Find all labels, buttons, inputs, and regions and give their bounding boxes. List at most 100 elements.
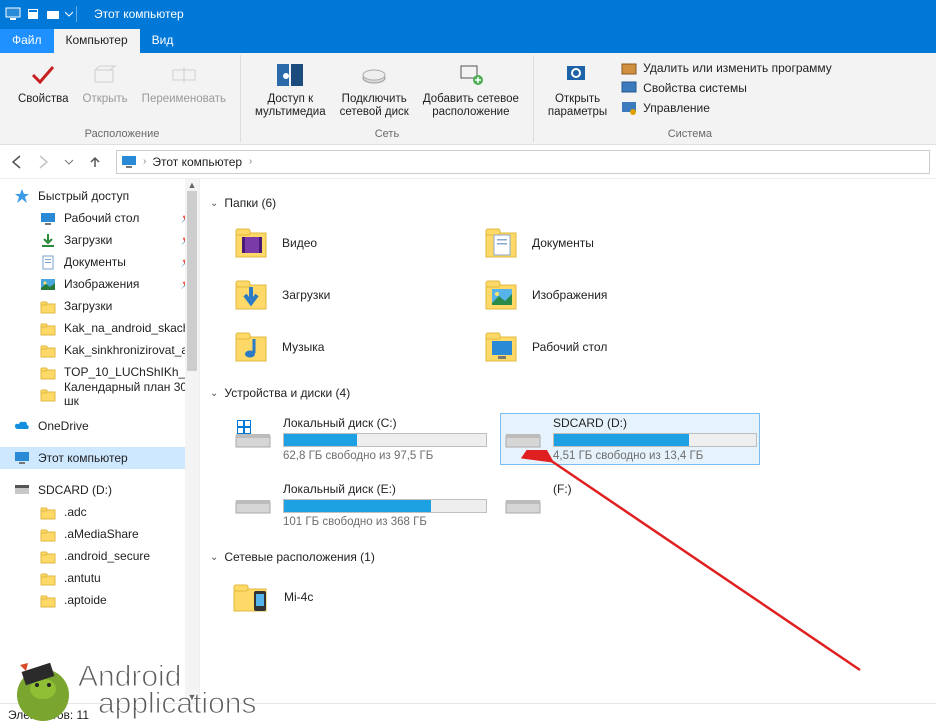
- uninstall-button[interactable]: Удалить или изменить программу: [619, 59, 834, 77]
- folder-icon: [40, 526, 56, 542]
- drive-icon: [14, 482, 30, 498]
- ribbon-group-system: Открыть параметры Удалить или изменить п…: [534, 55, 846, 142]
- chevron-right-icon[interactable]: ›: [246, 156, 252, 167]
- folder-tile[interactable]: Изображения: [480, 275, 700, 315]
- sidebar-item[interactable]: .adc: [0, 501, 199, 523]
- sidebar-item[interactable]: .aptoide: [0, 589, 199, 611]
- folder-tile[interactable]: Рабочий стол: [480, 327, 700, 367]
- folder-tile[interactable]: Загрузки: [230, 275, 450, 315]
- properties-button[interactable]: Свойства: [12, 57, 75, 108]
- drive-tile[interactable]: (F:): [500, 479, 760, 531]
- netloc-tile[interactable]: Mi-4c: [230, 577, 906, 617]
- sidebar-item[interactable]: Kak_sinkhronizirovat_andro: [0, 339, 199, 361]
- sidebar-item[interactable]: Изображения📌: [0, 273, 199, 295]
- scroll-thumb[interactable]: [187, 191, 197, 371]
- drive-tile[interactable]: Локальный диск (C:)62,8 ГБ свободно из 9…: [230, 413, 490, 465]
- sidebar-item[interactable]: .antutu: [0, 567, 199, 589]
- forward-button[interactable]: [32, 151, 54, 173]
- drive-tile[interactable]: Локальный диск (E:)101 ГБ свободно из 36…: [230, 479, 490, 531]
- breadcrumb-root[interactable]: Этот компьютер ›: [152, 155, 252, 169]
- sidebar-item[interactable]: Календарный план 30 шк: [0, 383, 199, 405]
- sidebar-item[interactable]: Kak_na_android_skachat_vi: [0, 317, 199, 339]
- sidebar-this-pc[interactable]: Этот компьютер: [0, 447, 199, 469]
- folder-label: Изображения: [532, 288, 607, 302]
- sidebar-item[interactable]: Загрузки📌: [0, 229, 199, 251]
- folder-tile[interactable]: Документы: [480, 223, 700, 263]
- media-icon: [274, 59, 306, 91]
- pc-icon: [121, 154, 137, 170]
- folder-label: Документы: [532, 236, 594, 250]
- ribbon-tabs: Файл Компьютер Вид: [0, 28, 936, 53]
- up-button[interactable]: [84, 151, 106, 173]
- main-pane: ⌄ Папки (6) Видео Документы Загрузки Изобра…: [200, 179, 936, 703]
- content: Быстрый доступ Рабочий стол📌Загрузки📌Док…: [0, 179, 936, 703]
- scroll-up-icon[interactable]: ▲: [185, 179, 199, 191]
- titlebar-sep: [76, 6, 86, 22]
- statusbar: Элементов: 11: [0, 703, 936, 725]
- chevron-down-icon: ⌄: [210, 552, 218, 563]
- sidebar-sdcard[interactable]: SDCARD (D:): [0, 479, 199, 501]
- drive-name: Локальный диск (E:): [283, 482, 487, 496]
- rename-button[interactable]: Переименовать: [136, 57, 232, 108]
- folder-label: Рабочий стол: [532, 340, 607, 354]
- sidebar-item[interactable]: .aMediaShare: [0, 523, 199, 545]
- qat-dropdown-icon[interactable]: [64, 9, 74, 19]
- recent-dropdown[interactable]: [58, 151, 80, 173]
- folder-icon: [40, 570, 56, 586]
- system-props-button[interactable]: Свойства системы: [619, 79, 834, 97]
- folder-label: Видео: [282, 236, 317, 250]
- section-devices-header[interactable]: ⌄ Устройства и диски (4): [210, 381, 926, 405]
- section-folders-header[interactable]: ⌄ Папки (6): [210, 191, 926, 215]
- folder-icon: [230, 275, 274, 315]
- folder-tile[interactable]: Музыка: [230, 327, 450, 367]
- chevron-down-icon: ⌄: [210, 388, 218, 399]
- folder-icon: [40, 548, 56, 564]
- titlebar: Этот компьютер: [0, 0, 936, 28]
- add-netloc-button[interactable]: Добавить сетевое расположение: [417, 57, 525, 121]
- manage-button[interactable]: Управление: [619, 99, 834, 117]
- drive-free: 4,51 ГБ свободно из 13,4 ГБ: [553, 450, 757, 462]
- open-params-button[interactable]: Открыть параметры: [542, 57, 613, 121]
- ribbon-group-label: Система: [542, 128, 838, 140]
- open-icon: [89, 59, 121, 91]
- drive-name: (F:): [553, 482, 757, 496]
- folder-icon: [40, 386, 56, 402]
- media-access-button[interactable]: Доступ к мультимедиа: [249, 57, 332, 121]
- folder-icon: [230, 327, 274, 367]
- sidebar-quick-access[interactable]: Быстрый доступ: [0, 185, 199, 207]
- chevron-right-icon[interactable]: ›: [143, 156, 146, 167]
- navbar: › Этот компьютер ›: [0, 145, 936, 179]
- sidebar-item[interactable]: Загрузки: [0, 295, 199, 317]
- folder-label: Музыка: [282, 340, 324, 354]
- folder-icon: [40, 298, 56, 314]
- folder-icon: [40, 364, 56, 380]
- qat-properties-icon[interactable]: [24, 5, 42, 23]
- sidebar-item[interactable]: .android_secure: [0, 545, 199, 567]
- wrench-icon: [621, 100, 637, 116]
- sidebar-item[interactable]: Документы📌: [0, 251, 199, 273]
- phone-folder-icon: [230, 577, 274, 617]
- tab-file[interactable]: Файл: [0, 29, 54, 53]
- box-icon: [621, 60, 637, 76]
- drive-usage-bar: [283, 499, 487, 513]
- ribbon-group-network: Доступ к мультимедиа Подключить сетевой …: [241, 55, 534, 142]
- tab-computer[interactable]: Компьютер: [54, 29, 140, 53]
- drive-usage-bar: [283, 433, 487, 447]
- map-drive-button[interactable]: Подключить сетевой диск: [334, 57, 415, 121]
- folder-icon: [40, 342, 56, 358]
- scroll-down-icon[interactable]: ▼: [185, 691, 199, 703]
- sidebar-item[interactable]: Рабочий стол📌: [0, 207, 199, 229]
- address-bar[interactable]: › Этот компьютер ›: [116, 150, 930, 174]
- sidebar-onedrive[interactable]: OneDrive: [0, 415, 199, 437]
- qat-newfolder-icon[interactable]: [44, 5, 62, 23]
- tab-view[interactable]: Вид: [140, 29, 186, 53]
- drive-tile[interactable]: SDCARD (D:)4,51 ГБ свободно из 13,4 ГБ: [500, 413, 760, 465]
- desktop-icon: [40, 210, 56, 226]
- section-netloc-header[interactable]: ⌄ Сетевые расположения (1): [210, 545, 926, 569]
- back-button[interactable]: [6, 151, 28, 173]
- folder-tile[interactable]: Видео: [230, 223, 450, 263]
- sidebar-scrollbar[interactable]: ▲ ▼: [185, 179, 199, 703]
- ribbon-group-label: Расположение: [12, 128, 232, 140]
- open-button[interactable]: Открыть: [77, 57, 134, 108]
- chevron-down-icon: ⌄: [210, 198, 218, 209]
